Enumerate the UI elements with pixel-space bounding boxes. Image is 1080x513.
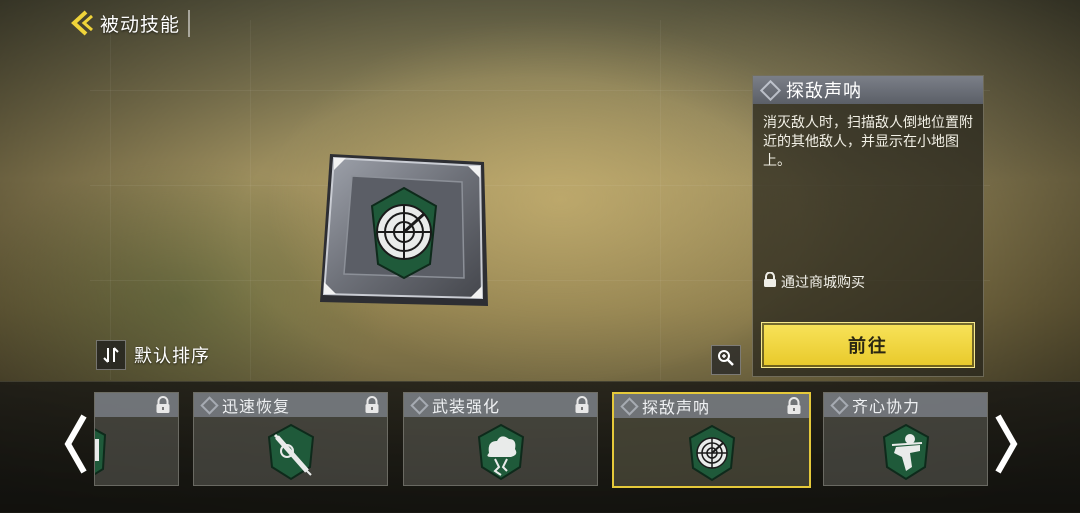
diamond-icon xyxy=(830,395,849,415)
perk-card-header: 齐心协力 xyxy=(824,393,987,417)
scroll-left-arrow[interactable] xyxy=(62,412,90,476)
soldier-icon xyxy=(880,423,932,481)
perk-detail-title: 探敌声呐 xyxy=(786,81,862,102)
scroll-right-arrow[interactable] xyxy=(992,412,1020,476)
page-title: 被动技能 xyxy=(100,9,191,37)
perk-card-rapid-recovery[interactable]: 迅速恢复 xyxy=(193,392,388,486)
lock-icon xyxy=(785,397,803,419)
unlock-info: 通过商城购买 xyxy=(763,271,865,292)
sort-label: 默认排序 xyxy=(134,346,210,367)
perk-card-header: 迅速恢复 xyxy=(194,393,387,417)
partial-perk-icon xyxy=(95,423,107,485)
diamond-icon xyxy=(759,79,782,101)
diamond-icon xyxy=(620,396,639,416)
perk-card-name: 武装强化 xyxy=(432,397,501,416)
perk-card-header: 探敌声呐 xyxy=(614,394,809,418)
lock-icon xyxy=(573,396,591,418)
lock-icon xyxy=(363,396,381,418)
perk-card-radar-sonar[interactable]: 探敌声呐 xyxy=(612,392,811,488)
chevron-right-icon xyxy=(995,414,1018,474)
back-button[interactable]: 被动技能 xyxy=(70,8,191,38)
sort-icon xyxy=(96,340,126,370)
armor-burst-icon xyxy=(475,423,527,481)
syringe-icon xyxy=(265,423,317,481)
diamond-icon xyxy=(200,395,219,415)
perk-card-partial[interactable] xyxy=(94,392,179,486)
perk-card-teamwork[interactable]: 齐心协力 xyxy=(823,392,988,486)
perk-card-armor-boost[interactable]: 武装强化 xyxy=(403,392,598,486)
chevron-left-icon xyxy=(64,414,87,474)
perk-card-name: 探敌声呐 xyxy=(642,398,711,417)
sort-button[interactable]: 默认排序 xyxy=(96,340,210,370)
perk-description: 消灭敌人时，扫描敌人倒地位置附近的其他敌人，并显示在小地图上。 xyxy=(763,115,973,169)
zoom-in-icon xyxy=(717,349,735,371)
lock-icon xyxy=(154,396,172,418)
zoom-button[interactable] xyxy=(711,345,741,375)
go-button[interactable]: 前往 xyxy=(761,322,975,368)
perk-card-name: 迅速恢复 xyxy=(222,397,291,416)
lock-icon xyxy=(763,271,777,292)
unlock-text: 通过商城购买 xyxy=(781,275,865,291)
perk-detail-panel: 探敌声呐 消灭敌人时，扫描敌人倒地位置附近的其他敌人，并显示在小地图上。 通过商… xyxy=(752,75,984,377)
diamond-icon xyxy=(410,395,429,415)
perk-crate-preview xyxy=(312,148,492,318)
back-arrow-icon xyxy=(70,10,94,36)
radar-icon xyxy=(686,424,738,482)
perk-detail-header: 探敌声呐 xyxy=(753,76,983,104)
perk-card-header: 武装强化 xyxy=(404,393,597,417)
perk-card-name: 齐心协力 xyxy=(852,397,921,416)
perk-card-header xyxy=(95,393,178,417)
